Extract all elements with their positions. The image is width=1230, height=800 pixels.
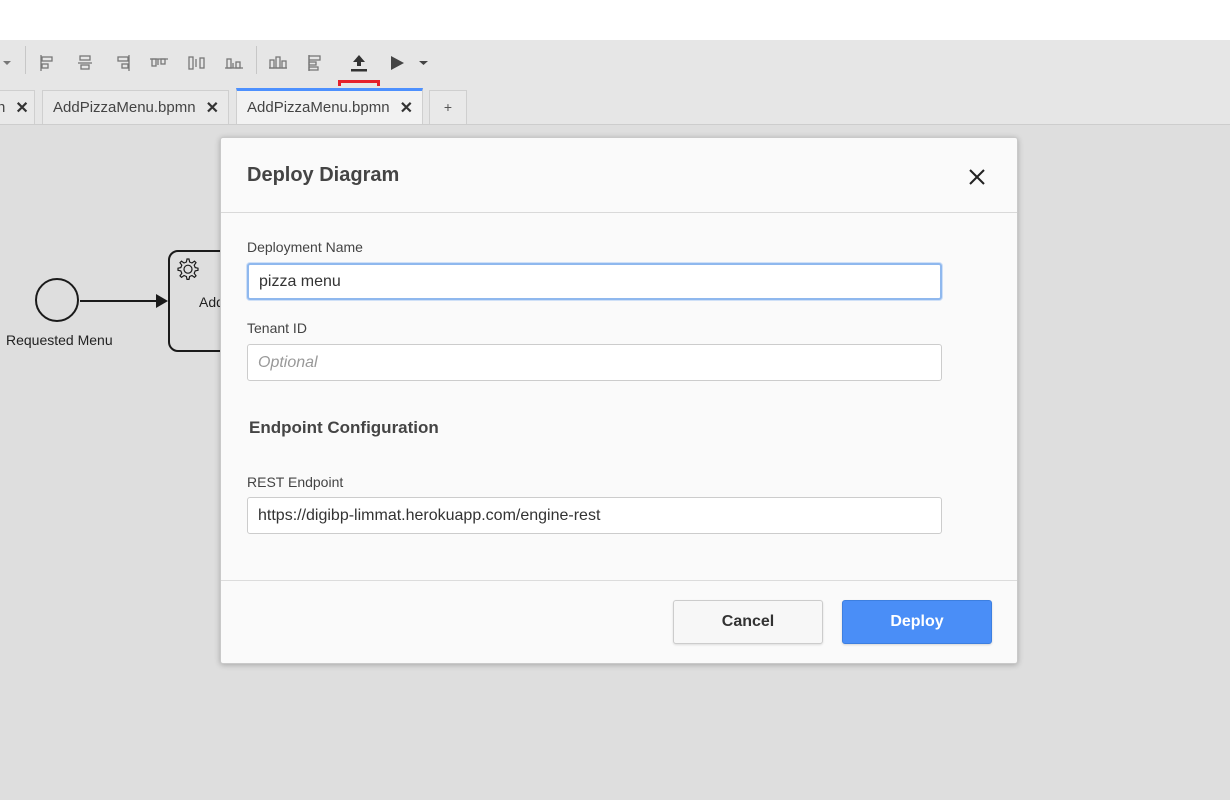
dialog-footer-divider: [221, 580, 1017, 581]
tab-label: n: [0, 99, 6, 116]
align-middle-icon[interactable]: [185, 51, 209, 75]
run-icon[interactable]: [387, 51, 411, 75]
dialog-title: Deploy Diagram: [247, 164, 400, 186]
deployment-name-label: Deployment Name: [247, 239, 363, 255]
rest-endpoint-input[interactable]: [247, 497, 942, 534]
tab-label: AddPizzaMenu.bpmn: [247, 99, 390, 116]
tab-addpizzamenu[interactable]: AddPizzaMenu.bpmn ✕: [42, 90, 229, 124]
tenant-id-label: Tenant ID: [247, 320, 307, 336]
rest-endpoint-label: REST Endpoint: [247, 474, 344, 490]
tenant-id-input[interactable]: [247, 344, 942, 381]
tab-bar: n ✕ AddPizzaMenu.bpmn ✕ AddPizzaMenu.bpm…: [0, 86, 1230, 125]
deploy-icon[interactable]: [347, 51, 371, 75]
distribute-vertical-icon[interactable]: [303, 51, 327, 75]
close-icon[interactable]: [965, 165, 989, 189]
cancel-button[interactable]: Cancel: [673, 600, 823, 644]
align-top-icon[interactable]: [147, 51, 171, 75]
deploy-diagram-dialog: Deploy Diagram Deployment Name Tenant ID…: [220, 137, 1018, 664]
distribute-horizontal-icon[interactable]: [266, 51, 290, 75]
run-dropdown-icon[interactable]: [415, 51, 439, 75]
toolbar-separator: [256, 46, 257, 74]
align-right-icon[interactable]: [111, 51, 135, 75]
align-left-icon[interactable]: [35, 51, 59, 75]
dialog-header: Deploy Diagram: [221, 138, 1017, 213]
toolbar: [0, 40, 1230, 120]
tab-previous-file[interactable]: n ✕: [0, 90, 35, 124]
close-icon[interactable]: ✕: [206, 98, 219, 118]
sequence-flow-arrowhead: [156, 294, 168, 308]
endpoint-configuration-heading: Endpoint Configuration: [249, 418, 439, 437]
start-event[interactable]: [35, 278, 79, 322]
close-icon[interactable]: ✕: [15, 98, 28, 118]
align-center-icon[interactable]: [73, 51, 97, 75]
gear-icon: [174, 256, 200, 287]
sequence-flow[interactable]: [80, 300, 158, 302]
start-event-label: Requested Menu: [6, 332, 113, 348]
deploy-button[interactable]: Deploy: [842, 600, 992, 644]
toolbar-separator: [25, 46, 26, 74]
add-tab-button[interactable]: +: [429, 90, 467, 124]
dropdown-caret-icon[interactable]: [0, 51, 24, 75]
tab-addpizzamenu-active[interactable]: AddPizzaMenu.bpmn ✕: [236, 88, 423, 124]
align-bottom-icon[interactable]: [222, 51, 246, 75]
deployment-name-input[interactable]: [247, 263, 942, 300]
close-icon[interactable]: ✕: [400, 98, 413, 118]
tab-label: AddPizzaMenu.bpmn: [53, 99, 196, 116]
